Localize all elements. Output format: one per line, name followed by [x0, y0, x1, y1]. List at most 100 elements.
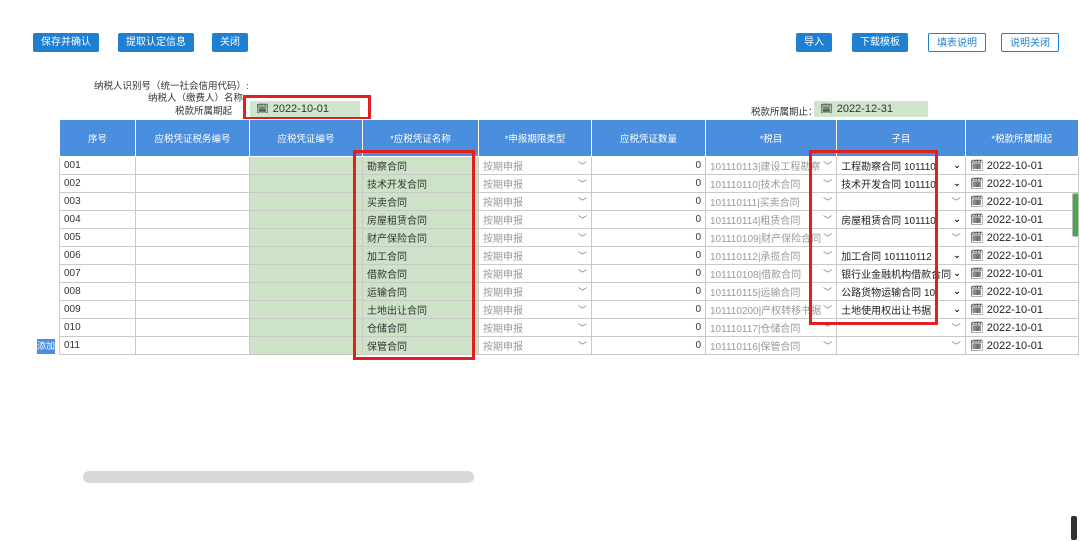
close-button[interactable]: 关闭: [212, 33, 248, 52]
period-type-select[interactable]: 按期申报 ﹀: [478, 246, 592, 265]
period-start-cell[interactable]: 🗓 2022-10-01: [964, 246, 1079, 265]
voucher-no-cell[interactable]: [249, 282, 363, 301]
tax-item-select[interactable]: 101110114|租赁合同 ﹀: [704, 210, 838, 229]
voucher-no-cell[interactable]: [249, 228, 363, 247]
voucher-no-cell[interactable]: [249, 264, 363, 283]
tax-item-select[interactable]: 101110200|产权转移书据 ﹀: [704, 300, 838, 319]
voucher-no-cell[interactable]: [249, 210, 363, 229]
tax-item-select[interactable]: 101110109|财产保险合同 ﹀: [704, 228, 838, 247]
sub-item-select[interactable]: 公路货物运输合同 10 ⌄: [836, 282, 966, 301]
tax-item-select[interactable]: 101110108|借款合同 ﹀: [704, 264, 838, 283]
sub-item-select[interactable]: 工程勘察合同 101110 ⌄: [836, 156, 966, 175]
quantity-cell[interactable]: 0: [591, 210, 706, 229]
tax-voucher-no-cell[interactable]: [135, 210, 250, 229]
period-type-select[interactable]: 按期申报 ﹀: [478, 210, 592, 229]
period-start-cell[interactable]: 🗓 2022-10-01: [964, 192, 1079, 211]
period-type-select[interactable]: 按期申报 ﹀: [478, 156, 592, 175]
period-type-select[interactable]: 按期申报 ﹀: [478, 264, 592, 283]
quantity-cell[interactable]: 0: [591, 318, 706, 337]
sub-item-select[interactable]: 技术开发合同 101110 ⌄: [836, 174, 966, 193]
period-start-cell[interactable]: 🗓 2022-10-01: [964, 318, 1079, 337]
voucher-no-cell[interactable]: [249, 336, 363, 355]
period-start-cell[interactable]: 🗓 2022-10-01: [964, 156, 1079, 175]
tax-voucher-no-cell[interactable]: [135, 174, 250, 193]
tax-voucher-no-cell[interactable]: [135, 336, 250, 355]
voucher-no-cell[interactable]: [249, 156, 363, 175]
period-start-cell[interactable]: 🗓 2022-10-01: [964, 300, 1079, 319]
tax-item-select[interactable]: 101110115|运输合同 ﹀: [704, 282, 838, 301]
tax-voucher-no-cell[interactable]: [135, 282, 250, 301]
sub-item-select[interactable]: 房屋租赁合同 101110 ⌄: [836, 210, 966, 229]
period-start-cell[interactable]: 🗓 2022-10-01: [964, 336, 1079, 355]
sub-item-select[interactable]: ﹀: [836, 228, 966, 247]
period-type-select[interactable]: 按期申报 ﹀: [478, 282, 592, 301]
sub-item-select[interactable]: 银行业金融机构借款合同 ⌄: [836, 264, 966, 283]
quantity-cell[interactable]: 0: [591, 300, 706, 319]
tax-voucher-no-cell[interactable]: [135, 264, 250, 283]
period-type-select[interactable]: 按期申报 ﹀: [478, 192, 592, 211]
voucher-no-cell[interactable]: [249, 174, 363, 193]
save-confirm-button[interactable]: 保存并确认: [33, 33, 99, 52]
tax-item-select[interactable]: 101110112|承揽合同 ﹀: [704, 246, 838, 265]
quantity-cell[interactable]: 0: [591, 156, 706, 175]
close-instructions-button[interactable]: 说明关闭: [1001, 33, 1059, 52]
tax-item-select[interactable]: 101110111|买卖合同 ﹀: [704, 192, 838, 211]
tax-item-select[interactable]: 101110117|仓储合同 ﹀: [704, 318, 838, 337]
sub-item-select[interactable]: ﹀: [836, 336, 966, 355]
period-start-cell[interactable]: 🗓 2022-10-01: [964, 282, 1079, 301]
tax-item-select[interactable]: 101110116|保管合同 ﹀: [704, 336, 838, 355]
period-type-select[interactable]: 按期申报 ﹀: [478, 300, 592, 319]
period-type-select[interactable]: 按期申报 ﹀: [478, 174, 592, 193]
quantity-cell[interactable]: 0: [591, 264, 706, 283]
voucher-name-cell[interactable]: 财产保险合同: [362, 228, 479, 247]
fill-instructions-button[interactable]: 填表说明: [928, 33, 986, 52]
tax-voucher-no-cell[interactable]: [135, 192, 250, 211]
quantity-cell[interactable]: 0: [591, 192, 706, 211]
quantity-cell[interactable]: 0: [591, 336, 706, 355]
quantity-cell[interactable]: 0: [591, 282, 706, 301]
tax-voucher-no-cell[interactable]: [135, 246, 250, 265]
side-scroll-handle[interactable]: [1072, 193, 1079, 237]
voucher-name-cell[interactable]: 买卖合同: [362, 192, 479, 211]
sub-item-select[interactable]: 土地使用权出让书据 ⌄: [836, 300, 966, 319]
horizontal-scrollbar[interactable]: [83, 471, 474, 483]
tax-voucher-no-cell[interactable]: [135, 300, 250, 319]
voucher-no-cell[interactable]: [249, 318, 363, 337]
voucher-name-cell[interactable]: 技术开发合同: [362, 174, 479, 193]
period-start-cell[interactable]: 🗓 2022-10-01: [964, 210, 1079, 229]
voucher-name-cell[interactable]: 仓储合同: [362, 318, 479, 337]
voucher-name-cell[interactable]: 运输合同: [362, 282, 479, 301]
period-start-cell[interactable]: 🗓 2022-10-01: [964, 174, 1079, 193]
voucher-no-cell[interactable]: [249, 192, 363, 211]
voucher-name-cell[interactable]: 保管合同: [362, 336, 479, 355]
quantity-cell[interactable]: 0: [591, 228, 706, 247]
sub-item-select[interactable]: ﹀: [836, 192, 966, 211]
period-type-select[interactable]: 按期申报 ﹀: [478, 336, 592, 355]
tax-item-select[interactable]: 101110110|技术合同 ﹀: [704, 174, 838, 193]
tax-voucher-no-cell[interactable]: [135, 228, 250, 247]
voucher-no-cell[interactable]: [249, 246, 363, 265]
sub-item-select[interactable]: 加工合同 101110112 ⌄: [836, 246, 966, 265]
download-template-button[interactable]: 下载模板: [852, 33, 908, 52]
add-row-button[interactable]: 添加: [37, 339, 55, 354]
voucher-no-cell[interactable]: [249, 300, 363, 319]
fetch-info-button[interactable]: 提取认定信息: [118, 33, 194, 52]
quantity-cell[interactable]: 0: [591, 174, 706, 193]
period-start-input[interactable]: 🗓 2022-10-01: [250, 101, 360, 117]
import-button[interactable]: 导入: [796, 33, 832, 52]
voucher-name-cell[interactable]: 房屋租赁合同: [362, 210, 479, 229]
corner-scroll-handle[interactable]: [1071, 516, 1077, 540]
voucher-name-cell[interactable]: 借款合同: [362, 264, 479, 283]
period-end-input[interactable]: 🗓 2022-12-31: [814, 101, 928, 117]
tax-item-select[interactable]: 101110113|建设工程勘察 ﹀: [704, 156, 838, 175]
period-start-cell[interactable]: 🗓 2022-10-01: [964, 264, 1079, 283]
sub-item-select[interactable]: ﹀: [836, 318, 966, 337]
voucher-name-cell[interactable]: 加工合同: [362, 246, 479, 265]
tax-voucher-no-cell[interactable]: [135, 156, 250, 175]
voucher-name-cell[interactable]: 土地出让合同: [362, 300, 479, 319]
tax-voucher-no-cell[interactable]: [135, 318, 250, 337]
period-type-select[interactable]: 按期申报 ﹀: [478, 228, 592, 247]
quantity-cell[interactable]: 0: [591, 246, 706, 265]
period-start-cell[interactable]: 🗓 2022-10-01: [964, 228, 1079, 247]
period-type-select[interactable]: 按期申报 ﹀: [478, 318, 592, 337]
